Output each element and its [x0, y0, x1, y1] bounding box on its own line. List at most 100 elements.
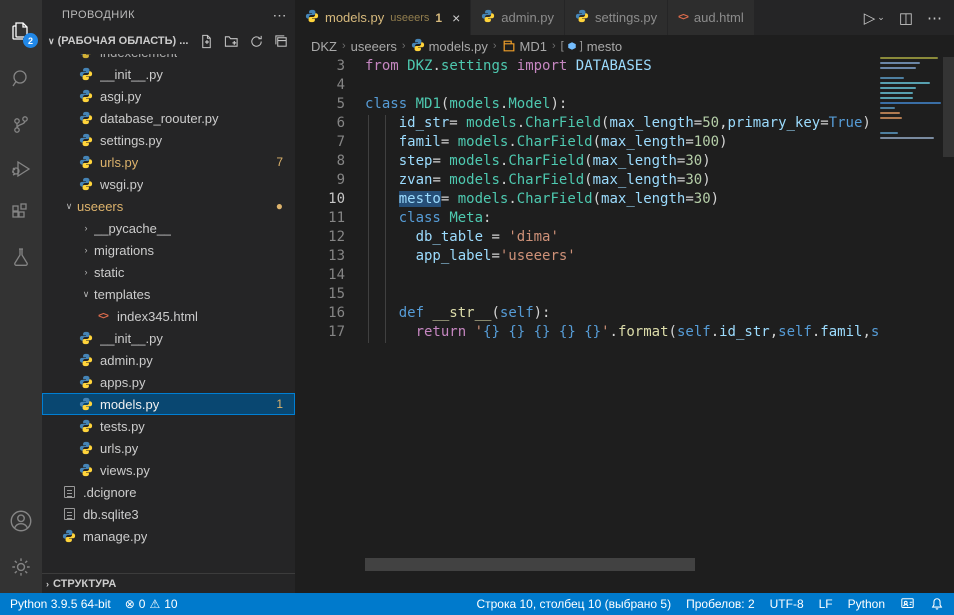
code-line-3[interactable]: 3from DKZ.settings import DATABASES	[295, 57, 878, 76]
code-line-8[interactable]: 8 step= models.CharField(max_length=30)	[295, 152, 878, 171]
indentation[interactable]: Пробелов: 2	[686, 597, 755, 611]
problems-indicator[interactable]: ⊗ 0 ⚠ 10	[125, 597, 178, 611]
code-line-16[interactable]: 16 def __str__(self):	[295, 304, 878, 323]
tree-item-db.sqlite3[interactable]: db.sqlite3	[42, 503, 295, 525]
minimap[interactable]	[878, 57, 943, 557]
code-line-10[interactable]: 10 mesto= models.CharField(max_length=30…	[295, 190, 878, 209]
source-control-icon[interactable]	[0, 104, 42, 146]
code-line-17[interactable]: 17 return '{} {} {} {} {}'.format(self.i…	[295, 323, 878, 342]
breadcrumb-models.py[interactable]: models.py	[411, 38, 488, 55]
breadcrumb-useeers[interactable]: useeers	[351, 39, 397, 54]
eol-sequence[interactable]: LF	[819, 597, 833, 611]
tree-folder-__pycache__[interactable]: ›__pycache__	[42, 217, 295, 239]
structure-section-header[interactable]: › СТРУКТУРА	[42, 573, 295, 593]
search-icon[interactable]	[0, 58, 42, 100]
structure-label: СТРУКТУРА	[53, 578, 116, 590]
minimap-line	[880, 62, 920, 64]
code-line-11[interactable]: 11 class Meta:	[295, 209, 878, 228]
tree-item-index345.html[interactable]: <>index345.html	[42, 305, 295, 327]
indent-guide	[368, 115, 369, 343]
tree-item-indexelement[interactable]: indexelement	[42, 54, 295, 63]
refresh-icon[interactable]	[249, 34, 264, 49]
breadcrumb-MD1[interactable]: MD1	[502, 39, 547, 54]
settings-gear-icon[interactable]	[0, 546, 42, 588]
tree-item-settings.py[interactable]: settings.py	[42, 129, 295, 151]
minimap-line	[880, 77, 904, 79]
line-number: 7	[295, 133, 345, 152]
line-number: 3	[295, 57, 345, 76]
encoding[interactable]: UTF-8	[770, 597, 804, 611]
editor-more-button[interactable]: ⋯	[927, 9, 942, 27]
code-line-7[interactable]: 7 famil= models.CharField(max_length=100…	[295, 133, 878, 152]
breadcrumb-separator: ›	[493, 40, 497, 52]
tree-item-asgi.py[interactable]: asgi.py	[42, 85, 295, 107]
new-folder-icon[interactable]	[224, 34, 239, 49]
feedback-icon[interactable]	[900, 597, 915, 611]
breadcrumb-mesto[interactable]: []mesto	[561, 39, 623, 54]
workspace-section-header[interactable]: ∨ (РАБОЧАЯ ОБЛАСТЬ) ...	[42, 30, 295, 52]
new-file-icon[interactable]	[199, 34, 214, 49]
tree-item-database_roouter.py[interactable]: database_roouter.py	[42, 107, 295, 129]
line-number: 8	[295, 152, 345, 171]
tree-item-.dcignore[interactable]: .dcignore	[42, 481, 295, 503]
extensions-icon[interactable]	[0, 192, 42, 234]
tree-item-__init__.py[interactable]: __init__.py	[42, 63, 295, 85]
minimap-line	[880, 132, 898, 134]
explorer-icon[interactable]: 2	[0, 10, 42, 52]
tree-item-admin.py[interactable]: admin.py	[42, 349, 295, 371]
line-number: 9	[295, 171, 345, 190]
breadcrumb-separator: ›	[402, 40, 406, 52]
code-line-9[interactable]: 9 zvan= models.CharField(max_length=30)	[295, 171, 878, 190]
tree-item-__init__.py[interactable]: __init__.py	[42, 327, 295, 349]
line-number: 16	[295, 304, 345, 323]
sidebar-more-icon[interactable]: ⋯	[273, 7, 288, 24]
warning-icon: ⚠	[149, 597, 160, 611]
notifications-bell-icon[interactable]	[930, 597, 944, 611]
code-line-5[interactable]: 5class MD1(models.Model):	[295, 95, 878, 114]
code-line-12[interactable]: 12 db_table = 'dima'	[295, 228, 878, 247]
tree-item-wsgi.py[interactable]: wsgi.py	[42, 173, 295, 195]
chevron-right-icon: ›	[78, 245, 94, 255]
tree-item-tests.py[interactable]: tests.py	[42, 415, 295, 437]
tab-models.py[interactable]: models.pyuseeers1×	[295, 0, 471, 35]
testing-icon[interactable]	[0, 236, 42, 278]
close-icon[interactable]: ×	[452, 10, 460, 26]
tree-folder-static[interactable]: ›static	[42, 261, 295, 283]
language-mode[interactable]: Python	[848, 597, 885, 611]
tree-item-models.py[interactable]: models.py1	[42, 393, 295, 415]
code-editor[interactable]: 3from DKZ.settings import DATABASES45cla…	[295, 57, 878, 557]
tree-folder-templates[interactable]: ∨templates	[42, 283, 295, 305]
cursor-position[interactable]: Строка 10, столбец 10 (выбрано 5)	[476, 597, 671, 611]
tree-folder-useeers[interactable]: ∨useeers●	[42, 195, 295, 217]
tab-admin.py[interactable]: admin.py	[471, 0, 565, 35]
code-line-14[interactable]: 14	[295, 266, 878, 285]
collapse-all-icon[interactable]	[274, 34, 289, 49]
vertical-scrollbar[interactable]	[943, 57, 954, 157]
breadcrumb: DKZ›useeers›models.py›MD1›[]mesto	[295, 35, 954, 57]
run-dropdown-icon: ⌄	[877, 12, 885, 23]
tree-item-apps.py[interactable]: apps.py	[42, 371, 295, 393]
code-line-15[interactable]: 15	[295, 285, 878, 304]
code-line-4[interactable]: 4	[295, 76, 878, 95]
run-button[interactable]: ▷⌄	[864, 9, 885, 27]
minimap-line	[880, 67, 916, 69]
minimap-line	[880, 87, 916, 89]
tree-item-manage.py[interactable]: manage.py	[42, 525, 295, 547]
run-debug-icon[interactable]	[0, 148, 42, 190]
split-editor-button[interactable]: ◫	[899, 9, 913, 27]
tab-aud.html[interactable]: <>aud.html	[668, 0, 755, 35]
problems-badge: 1	[276, 397, 283, 411]
tab-settings.py[interactable]: settings.py	[565, 0, 668, 35]
horizontal-scrollbar[interactable]	[365, 558, 695, 571]
breadcrumb-DKZ[interactable]: DKZ	[311, 39, 337, 54]
python-interpreter[interactable]: Python 3.9.5 64-bit	[10, 597, 111, 611]
tree-item-urls.py[interactable]: urls.py	[42, 437, 295, 459]
tree-folder-migrations[interactable]: ›migrations	[42, 239, 295, 261]
code-line-6[interactable]: 6 id_str= models.CharField(max_length=50…	[295, 114, 878, 133]
tree-item-views.py[interactable]: views.py	[42, 459, 295, 481]
editor-group: models.pyuseeers1×admin.pysettings.py<>a…	[295, 0, 954, 593]
account-icon[interactable]	[0, 500, 42, 542]
editor-actions: ▷⌄ ◫ ⋯	[852, 0, 954, 35]
code-line-13[interactable]: 13 app_label='useeers'	[295, 247, 878, 266]
tree-item-urls.py[interactable]: urls.py7	[42, 151, 295, 173]
